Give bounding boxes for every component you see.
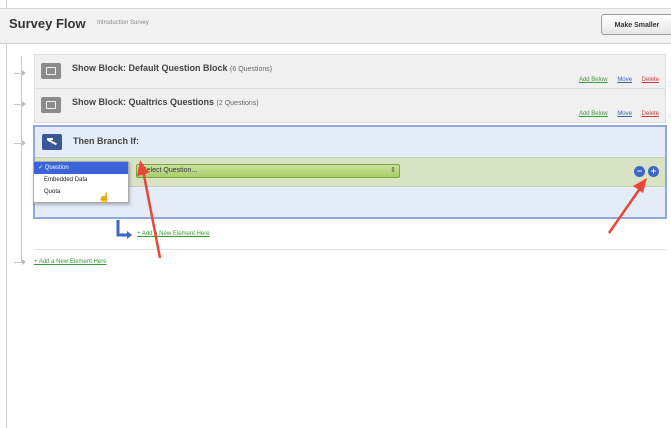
annotation-arrow-left — [137, 160, 162, 259]
annotation-arrow-right — [607, 178, 647, 234]
annotation-overlay — [137, 160, 647, 259]
